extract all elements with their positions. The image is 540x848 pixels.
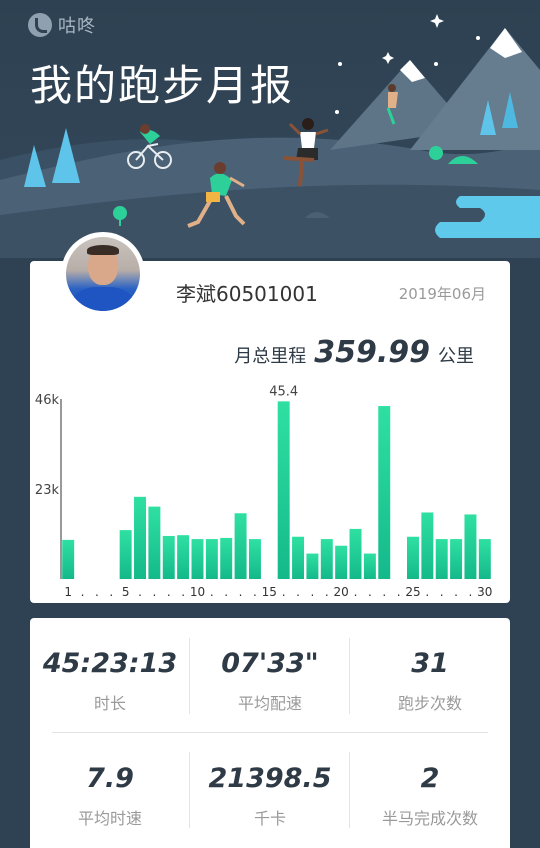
codoon-logo-icon: [28, 13, 52, 37]
x-tick-label: .: [81, 585, 85, 599]
stat-label: 时长: [93, 694, 126, 713]
chart-bar: [378, 406, 391, 579]
stat-duration: 45:23:13 时长: [30, 648, 190, 714]
chart-bar: [464, 514, 477, 579]
total-distance-label: 月总里程: [234, 346, 307, 367]
x-tick-label: .: [282, 585, 286, 599]
chart-bar: [335, 545, 348, 579]
x-tick-label: .: [181, 585, 185, 599]
stat-value: 2: [420, 763, 440, 794]
x-tick-label: .: [109, 585, 113, 599]
x-tick-label: .: [239, 585, 243, 599]
chart-bar: [435, 539, 448, 579]
chart-bar: [320, 539, 333, 579]
chart-bar: [148, 506, 161, 579]
stat-label: 千卡: [253, 809, 286, 828]
x-tick-label: .: [210, 585, 214, 599]
chart-bar: [248, 539, 261, 579]
stat-value: 7.9: [86, 763, 134, 794]
x-tick-label: .: [138, 585, 142, 599]
chart-bar: [220, 537, 233, 579]
brand-logo: 咕咚: [28, 12, 96, 38]
x-tick-label: 25: [405, 585, 420, 599]
daily-distance-chart: 23k 46k 1... 5.... 10.... 15.... 20.... 25.... 3…: [35, 384, 493, 599]
chart-bar: [292, 536, 305, 579]
x-tick-label: .: [311, 585, 315, 599]
chart-bar: [119, 530, 132, 579]
x-tick-label: .: [425, 585, 429, 599]
x-tick-label: 1: [64, 585, 72, 599]
chart-bar: [277, 401, 290, 579]
username: 李斌60501001: [176, 282, 318, 306]
chart-bar: [177, 535, 190, 579]
x-tick-label: .: [152, 585, 156, 599]
x-tick-label: 15: [262, 585, 277, 599]
banner-illustration: [0, 14, 540, 258]
x-tick-label: .: [397, 585, 401, 599]
x-tick-label: .: [95, 585, 99, 599]
chart-bar: [205, 539, 218, 579]
stat-pace: 07'33" 平均配速: [190, 648, 350, 714]
stat-label: 半马完成次数: [381, 809, 478, 828]
divider: [189, 752, 190, 828]
total-distance: 月总里程 359.99 公里: [234, 335, 474, 370]
divider: [349, 638, 350, 714]
chart-bar: [62, 539, 75, 579]
x-tick-label: 30: [477, 585, 492, 599]
bar-data-label: 45.4: [269, 384, 298, 399]
stat-calories: 21398.5 千卡: [190, 763, 350, 829]
y-tick-label: 23k: [35, 483, 60, 498]
x-tick-label: .: [368, 585, 372, 599]
chart-bar: [134, 496, 146, 579]
chart-bar: [421, 512, 434, 579]
x-tick-label: .: [296, 585, 300, 599]
x-tick-label: .: [354, 585, 358, 599]
stat-value: 31: [411, 648, 449, 679]
chart-bar: [349, 528, 362, 579]
stat-half-marathons: 2 半马完成次数: [350, 763, 510, 829]
divider: [349, 752, 350, 828]
avatar-photo: [66, 237, 140, 311]
chart-bar: [363, 553, 376, 579]
chart-bar: [234, 513, 247, 579]
stat-avg-speed: 7.9 平均时速: [30, 763, 190, 829]
x-tick-label: .: [440, 585, 444, 599]
stats-card: 45:23:13 时长 07'33" 平均配速 31 跑步次数 7.9 平均时速…: [30, 618, 510, 848]
total-distance-unit: 公里: [438, 346, 474, 367]
stat-label: 平均配速: [237, 694, 302, 713]
x-tick-label: 20: [334, 585, 349, 599]
chart-bar: [306, 553, 319, 579]
x-tick-label: 10: [190, 585, 205, 599]
x-tick-label: .: [469, 585, 473, 599]
x-tick-label: .: [253, 585, 257, 599]
y-tick-label: 46k: [35, 393, 60, 408]
report-month: 2019年06月: [398, 285, 486, 303]
total-distance-value: 359.99: [314, 335, 430, 370]
stat-value: 45:23:13: [42, 648, 178, 679]
stat-value: 21398.5: [208, 763, 332, 794]
divider: [189, 638, 190, 714]
chart-bar: [478, 539, 491, 579]
stat-run-count: 31 跑步次数: [350, 648, 510, 714]
chart-bar: [407, 536, 419, 579]
chart-bar: [162, 535, 175, 579]
stat-value: 07'33": [221, 648, 319, 679]
brand-name: 咕咚: [58, 16, 96, 37]
x-tick-label: .: [167, 585, 171, 599]
x-tick-label: 5: [122, 585, 130, 599]
x-tick-label: .: [325, 585, 329, 599]
x-tick-label: .: [224, 585, 228, 599]
header-banner: 咕咚 我的跑步月报: [0, 0, 540, 258]
divider: [52, 732, 488, 733]
stat-label: 跑步次数: [397, 694, 462, 713]
avatar[interactable]: [61, 232, 145, 316]
stat-label: 平均时速: [77, 809, 142, 828]
page-title: 我的跑步月报: [30, 61, 295, 110]
chart-bar: [450, 539, 463, 579]
x-tick-label: .: [454, 585, 458, 599]
chart-bar: [191, 539, 204, 579]
x-tick-label: .: [382, 585, 386, 599]
